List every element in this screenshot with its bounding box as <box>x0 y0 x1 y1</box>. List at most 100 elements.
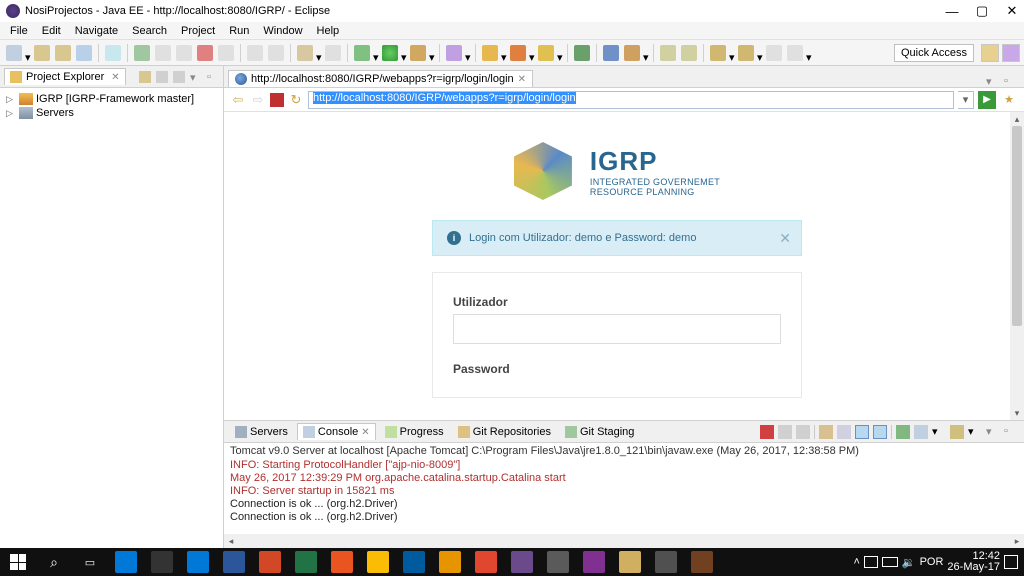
taskbar-app[interactable] <box>144 548 180 576</box>
scroll-lock-icon[interactable] <box>837 425 851 439</box>
generic-tool-icon[interactable] <box>325 45 341 61</box>
vertical-scrollbar[interactable]: ▴ ▾ <box>1010 112 1024 420</box>
quick-access-input[interactable]: Quick Access <box>894 44 974 62</box>
pin-console-icon[interactable] <box>896 425 910 439</box>
step-over-icon[interactable] <box>247 45 263 61</box>
dropdown-icon[interactable]: ▾ <box>465 51 471 55</box>
collapse-all-icon[interactable] <box>139 71 151 83</box>
package-icon[interactable] <box>482 45 498 61</box>
type-icon[interactable] <box>510 45 526 61</box>
taskbar-app[interactable] <box>612 548 648 576</box>
maximize-pane-icon[interactable]: ▫ <box>1004 425 1018 439</box>
scroll-up-icon[interactable]: ▴ <box>1010 112 1024 126</box>
nav-icon[interactable] <box>660 45 676 61</box>
forward-arrow-icon[interactable]: ⇨ <box>250 92 266 108</box>
editor-tab[interactable]: http://localhost:8080/IGRP/webapps?r=igr… <box>228 70 533 87</box>
taskbar-app[interactable] <box>288 548 324 576</box>
save-icon[interactable] <box>34 45 50 61</box>
dropdown-icon[interactable]: ▾ <box>806 51 812 55</box>
dropdown-icon[interactable]: ▾ <box>401 51 407 55</box>
start-button[interactable] <box>0 548 36 576</box>
menu-file[interactable]: File <box>4 23 34 39</box>
back-nav-icon[interactable] <box>710 45 726 61</box>
progress-tab[interactable]: Progress <box>380 424 449 440</box>
debug-tool-icon[interactable] <box>105 45 121 61</box>
maximize-pane-icon[interactable]: ▫ <box>207 71 219 83</box>
open-console-icon[interactable] <box>950 425 964 439</box>
open-type-icon[interactable] <box>574 45 590 61</box>
history-icon[interactable] <box>410 45 426 61</box>
taskbar-app[interactable] <box>576 548 612 576</box>
dropdown-icon[interactable]: ▾ <box>25 51 31 55</box>
volume-icon[interactable]: 🔉 <box>902 556 916 569</box>
console-output[interactable]: INFO: Starting ProtocolHandler ["ajp-nio… <box>224 459 1024 534</box>
refresh-icon[interactable]: ↻ <box>288 92 304 108</box>
link-editor-icon[interactable] <box>156 71 168 83</box>
taskbar-app[interactable] <box>432 548 468 576</box>
display-console-icon[interactable] <box>914 425 928 439</box>
dropdown-icon[interactable]: ▾ <box>643 51 649 55</box>
menu-navigate[interactable]: Navigate <box>69 23 124 39</box>
back-arrow-icon[interactable]: ⇦ <box>230 92 246 108</box>
close-icon[interactable]: ✕ <box>518 74 526 85</box>
username-input[interactable] <box>453 314 781 344</box>
word-wrap-icon[interactable] <box>855 425 869 439</box>
terminate-icon[interactable] <box>760 425 774 439</box>
debug-icon[interactable] <box>354 45 370 61</box>
menu-window[interactable]: Window <box>257 23 308 39</box>
new-task-icon[interactable] <box>624 45 640 61</box>
console-tab[interactable]: Console ✕ <box>297 423 376 440</box>
search-icon[interactable] <box>538 45 554 61</box>
taskbar-app[interactable] <box>216 548 252 576</box>
battery-icon[interactable] <box>882 557 898 567</box>
url-dropdown-icon[interactable]: ▾ <box>958 91 974 109</box>
servers-tab[interactable]: Servers <box>230 424 293 440</box>
taskbar-app[interactable] <box>396 548 432 576</box>
dropdown-icon[interactable]: ▾ <box>316 51 322 55</box>
dropdown-icon[interactable]: ▾ <box>529 51 535 55</box>
taskbar-app[interactable] <box>648 548 684 576</box>
nav-icon[interactable] <box>681 45 697 61</box>
notifications-icon[interactable] <box>1004 555 1018 569</box>
perspective-javaee-icon[interactable] <box>1002 44 1020 62</box>
tray-up-icon[interactable]: ˄ <box>853 556 859 568</box>
task-view-icon[interactable]: ▭ <box>72 548 108 576</box>
run-app-icon[interactable] <box>382 45 398 61</box>
fwd-nav-icon[interactable] <box>738 45 754 61</box>
scroll-down-icon[interactable]: ▾ <box>1010 406 1024 420</box>
stop-icon[interactable] <box>270 93 284 107</box>
taskbar-app[interactable] <box>324 548 360 576</box>
dropdown-icon[interactable]: ▾ <box>968 425 982 439</box>
favorite-icon[interactable]: ★ <box>1000 91 1018 109</box>
menu-edit[interactable]: Edit <box>36 23 67 39</box>
show-console-icon[interactable] <box>873 425 887 439</box>
maximize-pane-icon[interactable]: ▫ <box>1004 75 1016 87</box>
new-server-icon[interactable] <box>297 45 313 61</box>
project-explorer-tab[interactable]: Project Explorer ✕ <box>4 68 126 85</box>
go-button[interactable]: ▶ <box>978 91 996 109</box>
maximize-button[interactable]: ▢ <box>976 5 988 17</box>
git-repos-tab[interactable]: Git Repositories <box>453 424 556 440</box>
resume-icon[interactable] <box>218 45 234 61</box>
banner-close-icon[interactable]: ✕ <box>779 230 791 247</box>
taskbar-app[interactable] <box>540 548 576 576</box>
taskbar-app[interactable] <box>504 548 540 576</box>
new-icon[interactable] <box>6 45 22 61</box>
clock-date[interactable]: 26-May-17 <box>947 562 1000 573</box>
expand-icon[interactable]: ▷ <box>6 94 16 105</box>
run-icon[interactable] <box>134 45 150 61</box>
taskbar-app[interactable] <box>360 548 396 576</box>
search-icon[interactable]: ⌕ <box>36 548 72 576</box>
perspective-open-icon[interactable] <box>981 44 999 62</box>
view-menu-icon[interactable] <box>173 71 185 83</box>
taskbar-app[interactable] <box>252 548 288 576</box>
clear-console-icon[interactable] <box>819 425 833 439</box>
step-into-icon[interactable] <box>268 45 284 61</box>
dropdown-icon[interactable]: ▾ <box>557 51 563 55</box>
menu-search[interactable]: Search <box>126 23 173 39</box>
close-button[interactable]: ✕ <box>1006 5 1018 17</box>
open-task-icon[interactable] <box>603 45 619 61</box>
dropdown-icon[interactable]: ▾ <box>757 51 763 55</box>
git-staging-tab[interactable]: Git Staging <box>560 424 639 440</box>
minimize-icon[interactable]: ▾ <box>190 71 202 83</box>
